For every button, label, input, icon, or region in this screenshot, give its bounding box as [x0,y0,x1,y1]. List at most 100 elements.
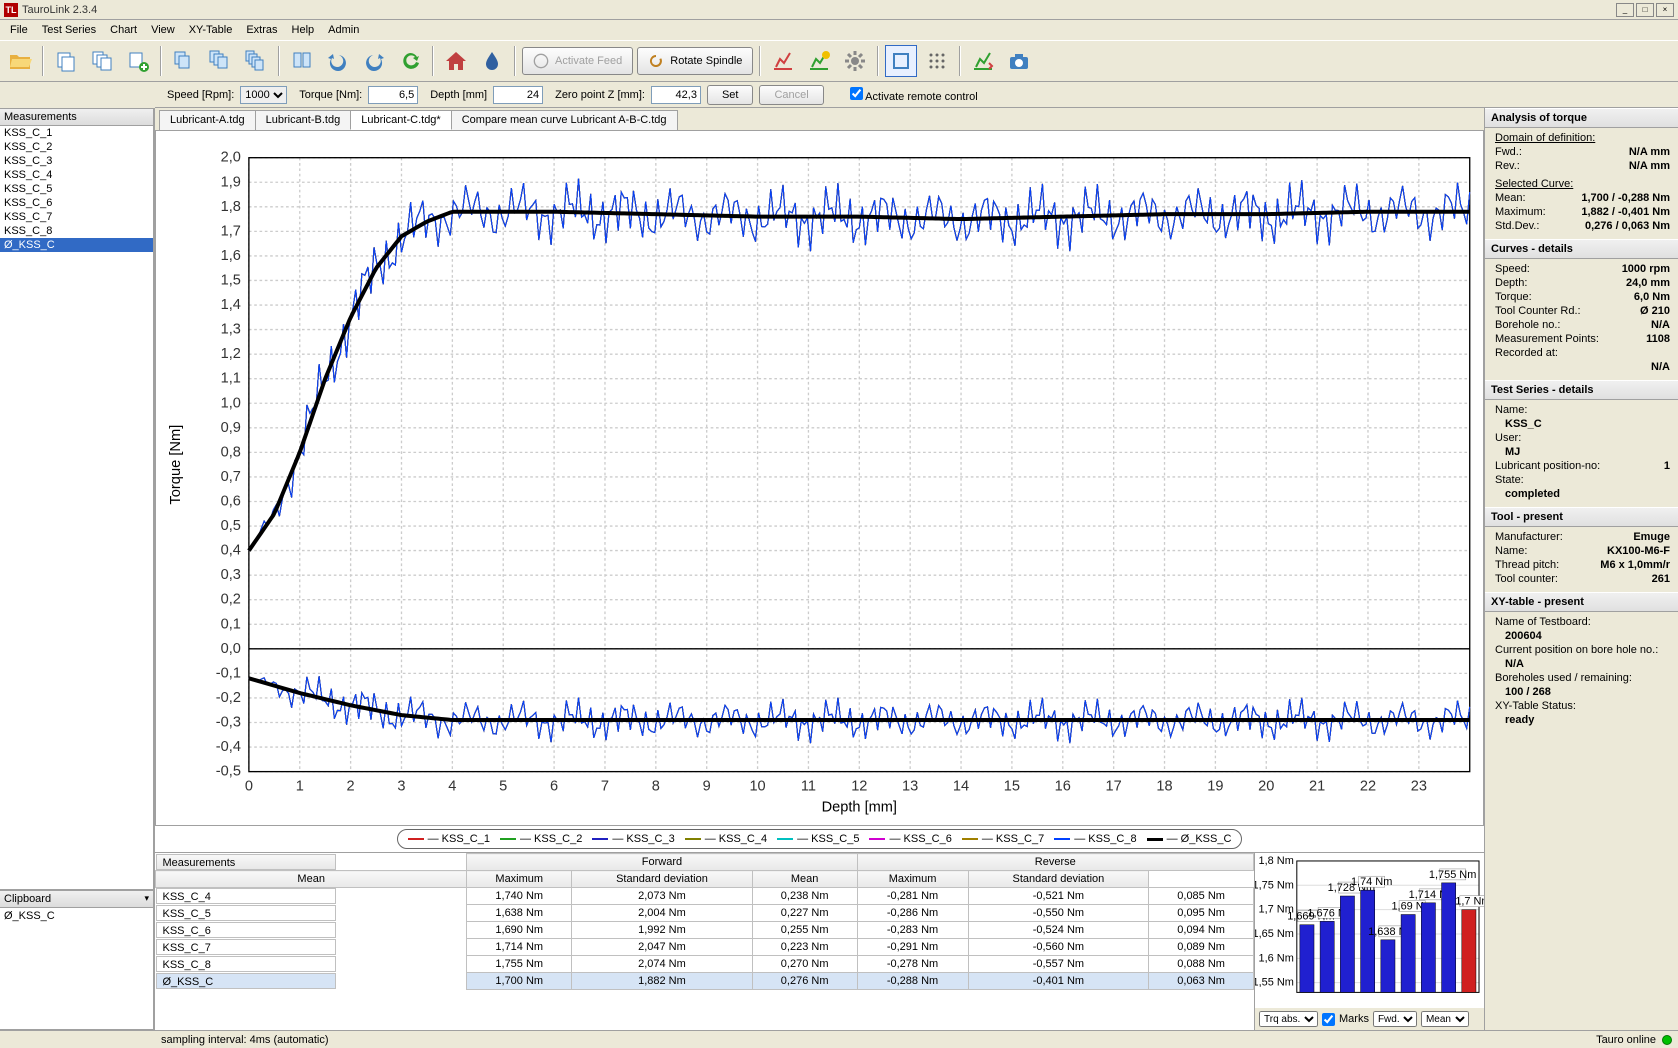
copy-add-icon[interactable] [122,45,154,77]
svg-text:1,74 Nm: 1,74 Nm [1351,876,1392,888]
measurements-table[interactable]: MeasurementsForwardReverseMeanMaximumSta… [155,853,1254,1030]
activate-feed-button[interactable]: Activate Feed [522,47,633,75]
graph1-icon[interactable] [767,45,799,77]
stack1-icon[interactable] [168,45,200,77]
activate-feed-label: Activate Feed [555,55,622,67]
tab[interactable]: Lubricant-B.tdg [255,110,352,130]
clipboard-chevron-icon[interactable]: ▾ [144,893,149,905]
tabs: Lubricant-A.tdgLubricant-B.tdgLubricant-… [155,108,1484,130]
tab[interactable]: Lubricant-C.tdg* [350,110,452,130]
tool-header: Tool - present [1485,507,1678,527]
grid-icon[interactable] [286,45,318,77]
status-online: Tauro online [1596,1034,1656,1046]
meas-item[interactable]: KSS_C_1 [0,126,153,140]
tab[interactable]: Compare mean curve Lubricant A-B-C.tdg [451,110,678,130]
zero-input[interactable] [651,86,701,104]
torque-chart[interactable]: 01234567891011121314151617181920212223-0… [155,130,1484,826]
torque-label: Torque [Nm]: [299,89,362,101]
export-icon[interactable] [967,45,999,77]
maximize-button[interactable]: □ [1636,3,1654,17]
meas-item[interactable]: KSS_C_2 [0,140,153,154]
svg-text:0,7: 0,7 [221,469,241,485]
menu-extras[interactable]: Extras [240,22,283,38]
svg-text:0,1: 0,1 [221,616,241,632]
depth-input[interactable] [493,86,543,104]
dots-icon[interactable] [921,45,953,77]
cancel-button[interactable]: Cancel [759,85,823,105]
set-button[interactable]: Set [707,85,754,105]
app-icon: TL [4,3,18,17]
rotate-spindle-button[interactable]: Rotate Spindle [637,47,753,75]
meas-item[interactable]: Ø_KSS_C [0,238,153,252]
copy-single-icon[interactable] [50,45,82,77]
chart-legend: — KSS_C_1— KSS_C_2— KSS_C_3— KSS_C_4— KS… [397,829,1243,849]
fwd-select[interactable]: Fwd. [1373,1011,1417,1027]
table-row[interactable]: KSS_C_71,714 Nm2,047 Nm0,223 Nm-0,291 Nm… [156,939,1254,956]
svg-text:4: 4 [448,778,456,794]
legend-item: — KSS_C_2 [500,833,582,845]
curves-header: Curves - details [1485,239,1678,259]
svg-text:1,0: 1,0 [221,395,241,411]
series-header: Test Series - details [1485,380,1678,400]
home-icon[interactable] [440,45,472,77]
menu-test series[interactable]: Test Series [36,22,102,38]
legend-item: — KSS_C_7 [962,833,1044,845]
legend-item: — KSS_C_1 [408,833,490,845]
svg-text:0,4: 0,4 [221,543,241,559]
graph2-icon[interactable] [803,45,835,77]
meas-item[interactable]: KSS_C_5 [0,182,153,196]
table-row[interactable]: KSS_C_61,690 Nm1,992 Nm0,255 Nm-0,283 Nm… [156,922,1254,939]
torque-input[interactable] [368,86,418,104]
meas-item[interactable]: KSS_C_4 [0,168,153,182]
clip-item[interactable]: Ø_KSS_C [4,910,149,922]
svg-text:8: 8 [652,778,660,794]
measurements-list[interactable]: KSS_C_1KSS_C_2KSS_C_3KSS_C_4KSS_C_5KSS_C… [0,126,154,890]
remote-checkbox[interactable] [850,87,863,100]
meas-item[interactable]: KSS_C_8 [0,224,153,238]
menu-view[interactable]: View [145,22,181,38]
minibar-chart[interactable]: 1,55 Nm1,6 Nm1,65 Nm1,7 Nm1,75 Nm1,8 Nm1… [1255,853,1484,1008]
marks-checkbox[interactable] [1322,1013,1335,1026]
clipboard-list[interactable]: Ø_KSS_C [0,908,154,1030]
select-icon[interactable] [885,45,917,77]
redo-icon[interactable] [358,45,390,77]
svg-text:Depth [mm]: Depth [mm] [822,800,897,816]
open-icon[interactable] [4,45,36,77]
table-row[interactable]: KSS_C_81,755 Nm2,074 Nm0,270 Nm-0,278 Nm… [156,956,1254,973]
camera-icon[interactable] [1003,45,1035,77]
trq-select[interactable]: Trq abs. [1259,1011,1318,1027]
meas-item[interactable]: KSS_C_6 [0,196,153,210]
undo-icon[interactable] [322,45,354,77]
table-row[interactable]: Ø_KSS_C1,700 Nm1,882 Nm0,276 Nm-0,288 Nm… [156,973,1254,990]
copy-multi-icon[interactable] [86,45,118,77]
stack2-icon[interactable] [204,45,236,77]
menu-help[interactable]: Help [286,22,321,38]
analysis-header: Analysis of torque [1485,108,1678,128]
svg-text:0: 0 [245,778,253,794]
menu-chart[interactable]: Chart [104,22,143,38]
svg-text:14: 14 [953,778,969,794]
meas-item[interactable]: KSS_C_7 [0,210,153,224]
minimize-button[interactable]: _ [1616,3,1634,17]
close-button[interactable]: × [1656,3,1674,17]
refresh-icon[interactable] [394,45,426,77]
menu-admin[interactable]: Admin [322,22,365,38]
svg-text:10: 10 [749,778,765,794]
table-row[interactable]: KSS_C_41,740 Nm2,073 Nm0,238 Nm-0,281 Nm… [156,888,1254,905]
gear-icon[interactable] [839,45,871,77]
menu-xy-table[interactable]: XY-Table [183,22,239,38]
speed-select[interactable]: 1000 [240,86,287,104]
svg-text:20: 20 [1258,778,1274,794]
menu-file[interactable]: File [4,22,34,38]
mean-select[interactable]: Mean [1421,1011,1469,1027]
svg-text:1,6 Nm: 1,6 Nm [1259,952,1294,964]
svg-text:1,8 Nm: 1,8 Nm [1259,855,1294,867]
svg-text:1,4: 1,4 [221,297,241,313]
remote-checkbox-wrap[interactable]: Activate remote control [850,87,978,103]
meas-item[interactable]: KSS_C_3 [0,154,153,168]
svg-text:5: 5 [499,778,507,794]
table-row[interactable]: KSS_C_51,638 Nm2,004 Nm0,227 Nm-0,286 Nm… [156,905,1254,922]
tab[interactable]: Lubricant-A.tdg [159,110,256,130]
stack3-icon[interactable] [240,45,272,77]
drop-icon[interactable] [476,45,508,77]
